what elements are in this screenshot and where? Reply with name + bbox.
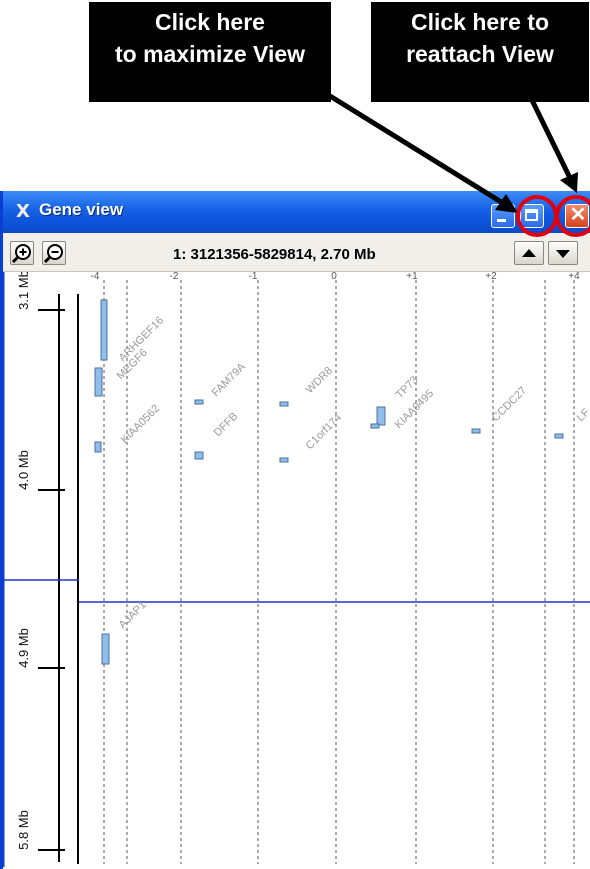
toolbar: 1: 3121356-5829814, 2.70 Mb [3, 233, 590, 272]
window-title: Gene view [39, 200, 124, 219]
ruler-tick-label: 5.8 Mb [16, 810, 31, 850]
gene-label: DFFB [212, 410, 241, 439]
callout-maximize-line2: to maximize View [114, 41, 306, 67]
top-tick-label: -4 [91, 272, 100, 282]
top-tick-label: +4 [568, 272, 580, 282]
maximize-button[interactable] [520, 204, 544, 228]
triangle-up-icon [522, 249, 536, 257]
gene-bar [376, 406, 386, 426]
gene-bar [100, 299, 108, 361]
gene-bar [101, 633, 110, 665]
gene-label: CCDC27 [490, 385, 530, 425]
gene-label: KIAA0562 [119, 403, 163, 447]
callout-maximize: Click here to maximize View [89, 2, 331, 102]
arrow-to-close [527, 94, 573, 180]
minimize-icon [497, 219, 506, 222]
gene-label: C1orf174 [304, 412, 344, 452]
arrow-to-close-head [560, 172, 578, 193]
gene-bar [471, 428, 481, 434]
gene-label: AJAP1 [117, 599, 149, 631]
gene-bar [94, 367, 103, 397]
gene-label: WDR8 [304, 365, 335, 396]
zoom-out-button[interactable] [42, 241, 66, 265]
gene-plot[interactable]: -4 -2 -1 0 +1 +2 +43.1 Mb4.0 Mb4.9 Mb5.8 MbARH… [3, 272, 590, 867]
gene-bar [279, 401, 289, 407]
maximize-icon [525, 209, 538, 221]
top-tick-label: +2 [485, 272, 497, 282]
top-tick-label: -2 [170, 272, 179, 282]
region-label: 1: 3121356-5829814, 2.70 Mb [173, 246, 376, 263]
gene-bar [370, 423, 380, 429]
ruler-tick-label: 3.1 Mb [16, 272, 31, 310]
zoom-in-icon [11, 244, 31, 264]
minimize-button[interactable] [491, 204, 515, 228]
close-button[interactable]: ✕ [565, 204, 589, 228]
ruler-tick-label: 4.0 Mb [16, 450, 31, 490]
gene-bar [194, 451, 204, 460]
zoom-out-icon [43, 244, 63, 264]
gene-label: FAM79A [210, 360, 249, 399]
gene-label: LF [575, 406, 590, 424]
top-tick-label: 0 [331, 272, 337, 282]
arrow-to-maximize [328, 93, 508, 208]
ruler-tick-label: 4.9 Mb [16, 628, 31, 668]
top-tick-label: +1 [406, 272, 418, 282]
scroll-up-button[interactable] [514, 241, 544, 265]
zoom-in-button[interactable] [10, 241, 34, 265]
callout-reattach-line1: Click here to [410, 9, 550, 35]
gene-label: TP73 [394, 374, 421, 401]
gene-bar [194, 399, 204, 405]
callout-reattach: Click here to reattach View [371, 2, 589, 102]
top-tick-label: -1 [249, 272, 258, 282]
callout-reattach-line2: reattach View [406, 41, 554, 67]
gene-bar [554, 433, 564, 439]
title-bar[interactable]: X Gene view ✕ [3, 191, 590, 233]
gene-bar [94, 441, 102, 453]
scroll-down-button[interactable] [548, 241, 578, 265]
gene-bar [279, 457, 289, 463]
close-icon: ✕ [569, 204, 587, 226]
triangle-down-icon [556, 250, 570, 258]
gene-view-app-icon: X [16, 201, 30, 222]
callout-maximize-line1: Click here [155, 9, 265, 35]
